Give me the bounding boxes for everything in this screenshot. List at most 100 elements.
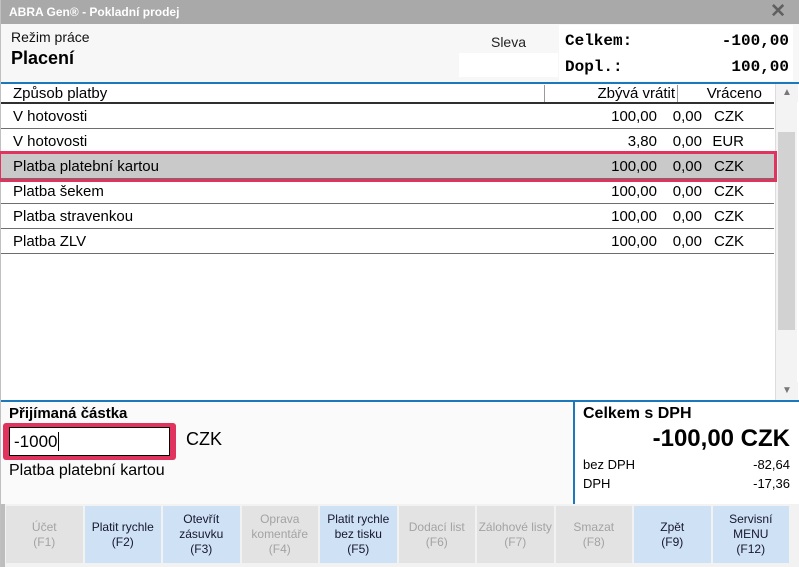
cell-remaining: 100,00 — [557, 233, 657, 250]
cell-currency: EUR — [702, 133, 774, 150]
column-header-method: Způsob platby — [1, 85, 545, 102]
payment-methods-table: Způsob platby Zbývá vrátit Vráceno V hot… — [1, 82, 799, 400]
button-label: Zálohové listy — [479, 520, 552, 535]
bottom-section: Přijímaná částka -1000 CZK Platba plateb… — [1, 400, 799, 504]
cell-returned: 0,00 — [657, 158, 702, 175]
vat-label: DPH — [583, 476, 610, 491]
scroll-down-icon[interactable]: ▼ — [776, 382, 798, 400]
button-fkey: (F12) — [736, 542, 765, 557]
cell-returned: 0,00 — [657, 133, 702, 150]
cell-method: Platba stravenkou — [1, 208, 557, 225]
dopl-value: 100,00 — [731, 58, 789, 76]
selected-method-label: Platba platební kartou — [9, 462, 165, 480]
celkem-value: -100,00 — [722, 32, 789, 50]
cell-method: Platba šekem — [1, 183, 557, 200]
cell-remaining: 3,80 — [557, 133, 657, 150]
button-fkey: (F3) — [190, 542, 212, 557]
total-panel: Celkem s DPH -100,00 CZK bez DPH -82,64 … — [573, 402, 799, 504]
amount-currency-label: CZK — [186, 429, 222, 450]
amount-input-highlight: -1000 — [3, 423, 176, 460]
button-label: Otevřít zásuvku — [163, 512, 240, 542]
servisni-menu-button[interactable]: Servisní MENU (F12) — [713, 506, 790, 563]
table-row[interactable]: V hotovosti 3,80 0,00 EUR — [1, 129, 774, 154]
column-header-returned: Vráceno — [678, 85, 774, 102]
button-fkey: (F6) — [426, 535, 448, 550]
button-label: Účet — [32, 520, 57, 535]
vat-value: -17,36 — [753, 476, 790, 491]
cell-method: Platba ZLV — [1, 233, 557, 250]
button-label: Oprava komentáře — [242, 512, 319, 542]
without-vat-value: -82,64 — [753, 457, 790, 472]
table-row[interactable]: Platba ZLV 100,00 0,00 CZK — [1, 229, 774, 254]
button-fkey: (F2) — [112, 535, 134, 550]
ucet-button: Účet (F1) — [6, 506, 83, 563]
cell-method: V hotovosti — [1, 108, 557, 125]
cell-returned: 0,00 — [657, 183, 702, 200]
dodaci-list-button: Dodací list (F6) — [399, 506, 476, 563]
button-label: Platit rychle — [92, 520, 154, 535]
amount-value: -1000 — [14, 432, 57, 452]
celkem-label: Celkem: — [565, 32, 632, 50]
table-header-row: Způsob platby Zbývá vrátit Vráceno — [1, 84, 774, 104]
oprava-komentare-button: Oprava komentáře (F4) — [242, 506, 319, 563]
platit-rychle-bez-tisku-button[interactable]: Platit rychle bez tisku (F5) — [320, 506, 397, 563]
button-fkey: (F1) — [33, 535, 55, 550]
function-button-bar: Účet (F1) Platit rychle (F2) Otevřít zás… — [1, 504, 799, 567]
cell-currency: CZK — [702, 108, 774, 125]
table-row-selected[interactable]: Platba platební kartou 100,00 0,00 CZK — [1, 154, 774, 179]
window-titlebar: ABRA Gen® - Pokladní prodej ✕ — [1, 0, 799, 24]
discount-label: Sleva — [459, 34, 558, 50]
window-title: ABRA Gen® - Pokladní prodej — [9, 5, 179, 19]
cell-remaining: 100,00 — [557, 183, 657, 200]
amount-panel: Přijímaná částka -1000 CZK Platba plateb… — [1, 402, 573, 504]
button-label: Platit rychle bez tisku — [320, 512, 397, 542]
cell-returned: 0,00 — [657, 233, 702, 250]
total-with-vat: -100,00 CZK — [583, 425, 790, 453]
amount-label: Přijímaná částka — [9, 405, 127, 422]
vertical-scrollbar[interactable]: ▲ ▼ — [775, 84, 797, 400]
cell-method: V hotovosti — [1, 133, 557, 150]
without-vat-label: bez DPH — [583, 457, 635, 472]
zpet-button[interactable]: Zpět (F9) — [634, 506, 711, 563]
cell-currency: CZK — [702, 158, 774, 175]
zalohove-listy-button: Zálohové listy (F7) — [477, 506, 554, 563]
otevrit-zasuvku-button[interactable]: Otevřít zásuvku (F3) — [163, 506, 240, 563]
cell-currency: CZK — [702, 183, 774, 200]
cell-remaining: 100,00 — [557, 208, 657, 225]
discount-field[interactable] — [459, 53, 558, 77]
button-fkey: (F4) — [269, 542, 291, 557]
table-row[interactable]: Platba šekem 100,00 0,00 CZK — [1, 179, 774, 204]
cell-remaining: 100,00 — [557, 108, 657, 125]
button-fkey: (F8) — [583, 535, 605, 550]
discount-block: Sleva — [459, 34, 558, 77]
close-icon[interactable]: ✕ — [770, 1, 786, 23]
cell-currency: CZK — [702, 208, 774, 225]
button-label: Smazat — [573, 520, 614, 535]
header: Režim práce Placení Sleva Celkem: -100,0… — [1, 24, 799, 82]
mode-label: Režim práce — [11, 29, 90, 45]
button-fkey: (F7) — [504, 535, 526, 550]
table-row[interactable]: Platba stravenkou 100,00 0,00 CZK — [1, 204, 774, 229]
platit-rychle-button[interactable]: Platit rychle (F2) — [85, 506, 162, 563]
button-label: Servisní MENU — [713, 512, 790, 542]
cell-returned: 0,00 — [657, 208, 702, 225]
work-mode: Režim práce Placení — [11, 29, 90, 69]
button-label: Zpět — [660, 520, 684, 535]
button-label: Dodací list — [409, 520, 465, 535]
column-header-remaining: Zbývá vrátit — [545, 85, 678, 102]
smazat-button: Smazat (F8) — [556, 506, 633, 563]
cell-remaining: 100,00 — [557, 158, 657, 175]
cell-currency: CZK — [702, 233, 774, 250]
cell-method: Platba platební kartou — [1, 158, 557, 175]
scroll-up-icon[interactable]: ▲ — [776, 84, 798, 102]
text-cursor — [58, 432, 59, 451]
page-title: Placení — [11, 48, 90, 69]
table-row[interactable]: V hotovosti 100,00 0,00 CZK — [1, 104, 774, 129]
cell-returned: 0,00 — [657, 108, 702, 125]
button-fkey: (F9) — [661, 535, 683, 550]
scrollbar-thumb[interactable] — [778, 132, 795, 330]
button-fkey: (F5) — [347, 542, 369, 557]
header-totals: Celkem: -100,00 Dopl.: 100,00 — [559, 25, 793, 81]
dopl-label: Dopl.: — [565, 58, 623, 76]
amount-input[interactable]: -1000 — [9, 427, 170, 456]
